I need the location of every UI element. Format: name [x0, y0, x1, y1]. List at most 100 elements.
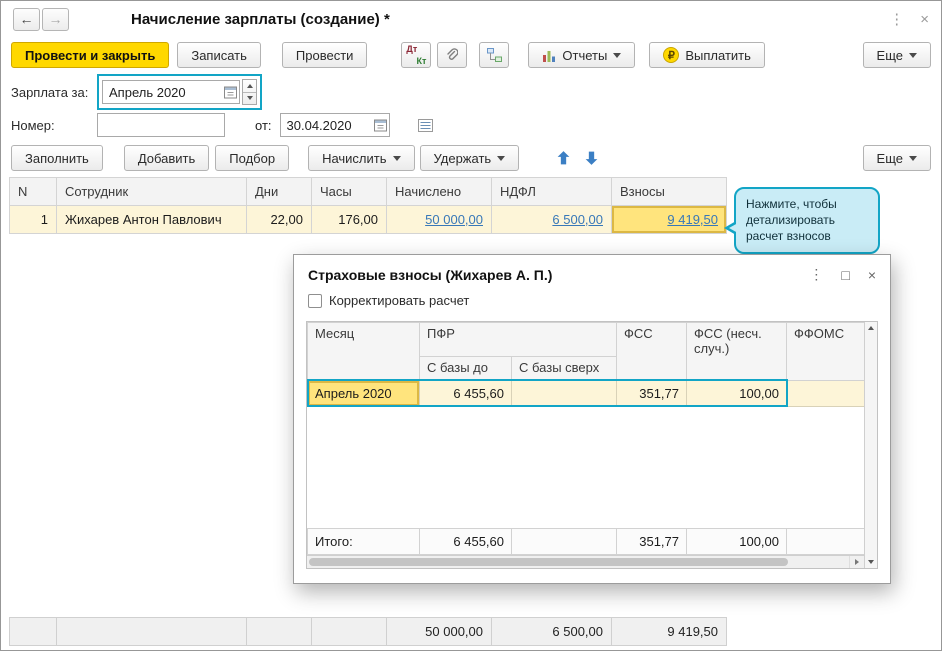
- contributions-tooltip: Нажмите, чтобы детализировать расчет взн…: [724, 187, 880, 254]
- employees-table: N Сотрудник Дни Часы Начислено НДФЛ Взно…: [9, 177, 727, 234]
- col-header-hours[interactable]: Часы: [311, 177, 387, 206]
- table-toolbar: Заполнить Добавить Подбор Начислить Удер…: [1, 143, 941, 173]
- dialog-close-icon[interactable]: ×: [868, 267, 876, 283]
- col-header-pfr[interactable]: ПФР: [419, 322, 617, 357]
- close-icon[interactable]: ×: [920, 11, 929, 28]
- contribution-row[interactable]: Апрель 2020 6 455,60 351,77 100,00: [307, 380, 864, 407]
- pay-button[interactable]: ₽ Выплатить: [649, 42, 765, 68]
- app-window: ← → Начисление зарплаты (создание) * ⋮ ×…: [0, 0, 942, 651]
- add-button[interactable]: Добавить: [123, 145, 210, 171]
- reports-button[interactable]: Отчеты: [528, 42, 636, 68]
- cell-fss-acc[interactable]: 100,00: [686, 380, 787, 407]
- ndfl-link[interactable]: 6 500,00: [552, 212, 603, 227]
- cell-ndfl[interactable]: 6 500,00: [491, 205, 612, 234]
- calendar-icon[interactable]: [224, 86, 237, 99]
- col-header-days[interactable]: Дни: [246, 177, 312, 206]
- ruble-icon: ₽: [663, 47, 680, 63]
- total-fss-acc: 100,00: [686, 528, 787, 555]
- move-up-button[interactable]: [551, 146, 575, 170]
- cell-accrued[interactable]: 50 000,00: [386, 205, 492, 234]
- chevron-down-icon: [909, 52, 917, 58]
- cell-base-under[interactable]: 6 455,60: [419, 380, 512, 407]
- stepper-down-icon[interactable]: [243, 91, 256, 105]
- titlebar: ← → Начисление зарплаты (создание) * ⋮ ×: [1, 1, 941, 37]
- main-toolbar: Провести и закрыть Записать Провести Дт К…: [1, 40, 941, 70]
- cell-month[interactable]: Апрель 2020: [307, 380, 420, 407]
- col-header-ndfl[interactable]: НДФЛ: [491, 177, 612, 206]
- cell-contributions[interactable]: 9 419,50: [611, 205, 727, 234]
- cell-ffoms[interactable]: [786, 380, 864, 407]
- col-header-contributions[interactable]: Взносы: [611, 177, 727, 206]
- cell-fss[interactable]: 351,77: [616, 380, 687, 407]
- footer-total-ndfl: 6 500,00: [491, 617, 612, 646]
- post-button[interactable]: Провести: [281, 42, 368, 68]
- chevron-down-icon: [613, 52, 622, 58]
- dialog-titlebar: Страховые взносы (Жихарев А. П.) ⋮ □ ×: [294, 255, 890, 288]
- salary-period-row: Зарплата за:: [1, 73, 941, 111]
- accounting-entries-button[interactable]: Дт Кт: [401, 42, 432, 68]
- scroll-up-icon[interactable]: [868, 326, 874, 330]
- col-header-employee[interactable]: Сотрудник: [56, 177, 247, 206]
- chevron-down-icon: [909, 155, 917, 161]
- total-fss: 351,77: [616, 528, 687, 555]
- footer-total-accrued: 50 000,00: [386, 617, 492, 646]
- dialog-title: Страховые взносы (Жихарев А. П.): [308, 266, 553, 283]
- col-header-fss-acc[interactable]: ФСС (несч. случ.): [686, 322, 787, 381]
- table-row[interactable]: 1 Жихарев Антон Павлович 22,00 176,00 50…: [9, 205, 727, 234]
- col-header-ffoms[interactable]: ФФОМС: [786, 322, 864, 381]
- date-from-label: от:: [255, 117, 272, 133]
- more-button[interactable]: Еще: [862, 42, 931, 68]
- vertical-scrollbar[interactable]: [864, 322, 877, 568]
- total-base-under: 6 455,60: [419, 528, 512, 555]
- back-button[interactable]: ←: [13, 7, 40, 31]
- attach-file-button[interactable]: [437, 42, 468, 68]
- forward-button[interactable]: →: [42, 7, 69, 31]
- adjust-calculation-label[interactable]: Корректировать расчет: [329, 293, 469, 308]
- list-icon[interactable]: [417, 118, 433, 132]
- number-label: Номер:: [11, 117, 55, 133]
- col-header-fss[interactable]: ФСС: [616, 322, 687, 381]
- col-header-n[interactable]: N: [9, 177, 57, 206]
- period-stepper[interactable]: [242, 79, 257, 105]
- pick-button[interactable]: Подбор: [215, 145, 290, 171]
- cell-hours[interactable]: 176,00: [311, 205, 387, 234]
- cell-n[interactable]: 1: [9, 205, 57, 234]
- calendar-icon[interactable]: [373, 119, 387, 132]
- scroll-right-icon[interactable]: [849, 556, 864, 568]
- col-header-base-over[interactable]: С базы сверх: [511, 356, 617, 381]
- scrollbar-thumb[interactable]: [309, 558, 789, 566]
- save-button[interactable]: Записать: [177, 42, 261, 68]
- contributions-link[interactable]: 9 419,50: [667, 212, 718, 227]
- dialog-maximize-icon[interactable]: □: [841, 267, 849, 283]
- withhold-button[interactable]: Удержать: [419, 145, 520, 171]
- total-ffoms: [786, 528, 864, 555]
- adjust-calculation-checkbox[interactable]: [308, 293, 322, 308]
- col-header-month[interactable]: Месяц: [307, 322, 420, 381]
- stepper-up-icon[interactable]: [243, 80, 256, 92]
- number-input[interactable]: [97, 113, 225, 137]
- footer-empty-employee: [56, 617, 247, 646]
- more-button-table[interactable]: Еще: [862, 145, 931, 171]
- salary-period-input[interactable]: [102, 80, 240, 104]
- dtkt-icon: Дт Кт: [406, 44, 427, 66]
- cell-base-over[interactable]: [511, 380, 617, 407]
- chevron-down-icon: [392, 155, 401, 161]
- salary-period-highlight: [97, 74, 262, 110]
- ellipsis-menu-icon[interactable]: ⋮: [889, 10, 904, 28]
- horizontal-scrollbar[interactable]: [307, 555, 864, 568]
- col-header-accrued[interactable]: Начислено: [386, 177, 492, 206]
- totals-label: Итого:: [307, 528, 420, 555]
- accrue-button[interactable]: Начислить: [308, 145, 415, 171]
- post-and-close-button[interactable]: Провести и закрыть: [11, 42, 170, 68]
- fill-button[interactable]: Заполнить: [11, 145, 103, 171]
- paperclip-icon: [446, 47, 459, 63]
- footer-empty-n: [9, 617, 57, 646]
- accrued-link[interactable]: 50 000,00: [425, 212, 483, 227]
- dialog-menu-icon[interactable]: ⋮: [809, 266, 823, 283]
- related-documents-button[interactable]: [479, 42, 510, 68]
- cell-days[interactable]: 22,00: [246, 205, 312, 234]
- move-down-button[interactable]: [579, 146, 603, 170]
- scroll-down-icon[interactable]: [868, 560, 874, 564]
- col-header-base-under[interactable]: С базы до: [419, 356, 512, 381]
- cell-employee[interactable]: Жихарев Антон Павлович: [56, 205, 247, 234]
